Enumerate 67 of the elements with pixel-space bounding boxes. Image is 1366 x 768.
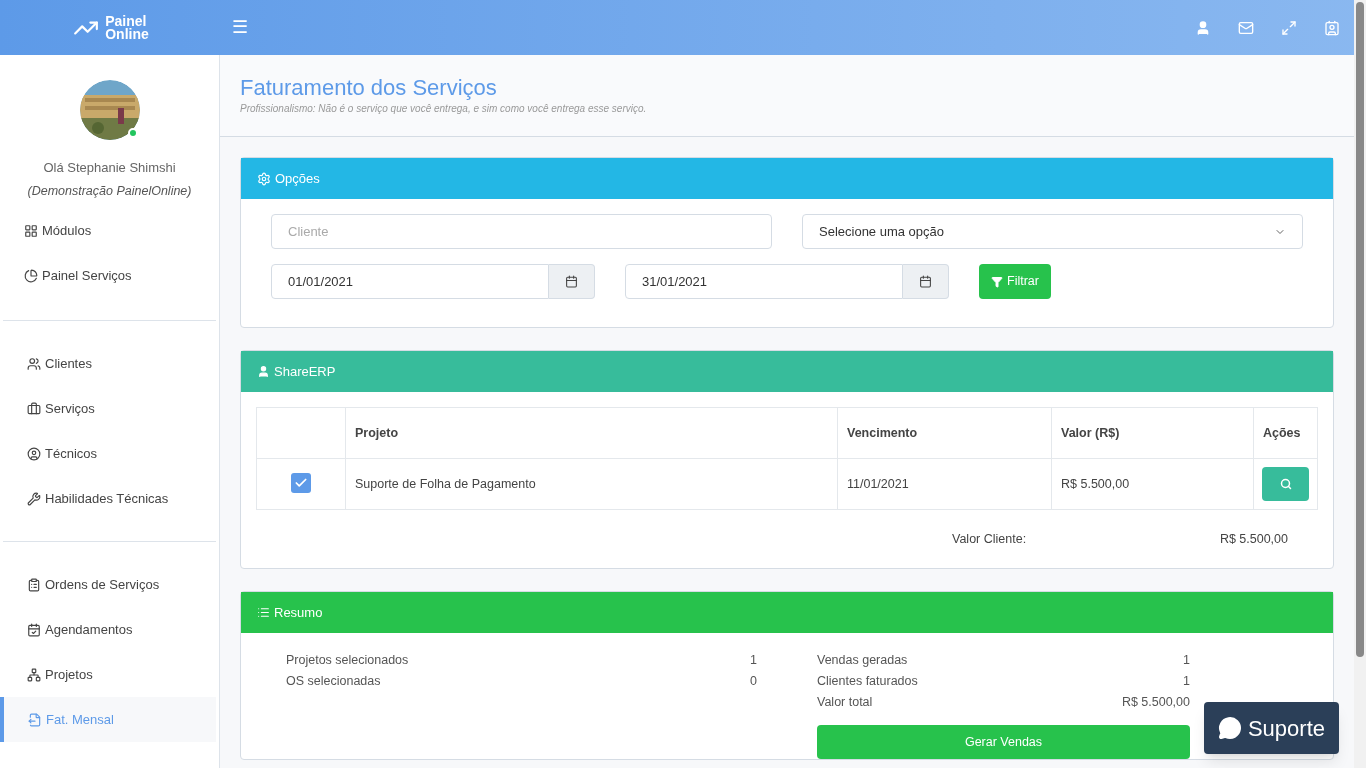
view-button[interactable] [1262,467,1309,501]
sidebar-item[interactable]: Clientes [3,341,216,387]
calendar-button[interactable] [549,264,595,299]
summary-label: OS selecionadas [286,673,381,690]
summary-value: 1 [1183,673,1190,690]
list-icon [257,606,270,619]
user-icon [257,365,270,378]
client-field[interactable]: Cliente [271,214,772,249]
user-subtitle: (Demonstração PainelOnline) [27,182,192,200]
chat-icon [1217,716,1242,740]
sidebar-item[interactable]: Painel Serviços [0,253,219,299]
grid-icon [24,223,38,238]
summary-label: Projetos selecionados [286,652,409,669]
column-header: Projeto [345,407,838,459]
sidebar-item[interactable]: Módulos [0,208,219,254]
page-title: Faturamento dos Serviços [240,75,498,101]
users-icon [27,356,41,371]
summary-label: Clientes faturados [817,673,918,690]
page-subtitle: Profissionalismo: Não é o serviço que você entrega, e sim como você entrega esse serviço. [240,102,648,116]
user-icon[interactable] [1195,19,1211,36]
sidebar-item[interactable]: Técnicos [3,431,216,477]
summary-label: Vendas geradas [817,652,908,669]
mail-icon[interactable] [1238,19,1254,36]
column-header: Ações [1253,407,1318,459]
calendar-button[interactable] [903,264,949,299]
calendar-icon [565,275,578,288]
row-checkbox[interactable] [291,472,311,493]
clipboard-icon [27,577,41,592]
sidebar-item[interactable]: Agendamentos [3,607,216,653]
panel-title: Opções [275,169,320,188]
column-header: Vencimento [837,407,1052,459]
calendar-icon [919,275,932,288]
summary-value: 0 [750,673,757,690]
sidebar-item[interactable]: Projetos [3,652,216,698]
pie-chart-icon [24,268,38,283]
sidebar-item[interactable]: Ordens de Serviços [3,562,216,608]
option-select[interactable]: Selecione uma opção [802,214,1303,249]
sidebar-item[interactable]: Habilidades Técnicas [3,476,216,522]
total-label: Valor Cliente: [952,530,1027,548]
summary-value: 1 [750,652,757,669]
briefcase-icon [27,401,41,416]
filter-icon [991,275,1003,288]
column-header: Valor (R$) [1051,407,1254,459]
logo-text: Online [105,27,149,41]
table-cell: 11/01/2021 [837,458,1052,510]
sidebar-item[interactable]: Serviços [3,386,216,432]
summary-label: Valor total [817,694,873,711]
table-cell: Suporte de Folha de Pagamento [345,458,838,510]
panel-title: Resumo [274,603,323,622]
date-field[interactable]: 01/01/2021 [271,264,549,299]
wrench-icon [27,491,41,506]
calendar-icon [27,622,41,637]
support-button[interactable]: Suporte [1203,702,1339,754]
total-value: R$ 5.500,00 [1219,530,1288,548]
network-icon [27,667,41,682]
logo-text: Painel [105,14,147,28]
user-greeting: Olá Stephanie Shimshi [43,159,176,177]
file-icon [28,712,42,727]
contact-book-icon[interactable] [1324,19,1340,36]
table-cell: R$ 5.500,00 [1051,458,1254,510]
expand-icon[interactable] [1281,19,1297,36]
panel-title: ShareERP [274,362,336,381]
summary-value: 1 [1183,652,1190,669]
user-circle-icon [27,446,41,461]
search-icon [1279,478,1292,490]
date-field[interactable]: 31/01/2021 [625,264,903,299]
summary-value: R$ 5.500,00 [1121,694,1190,711]
